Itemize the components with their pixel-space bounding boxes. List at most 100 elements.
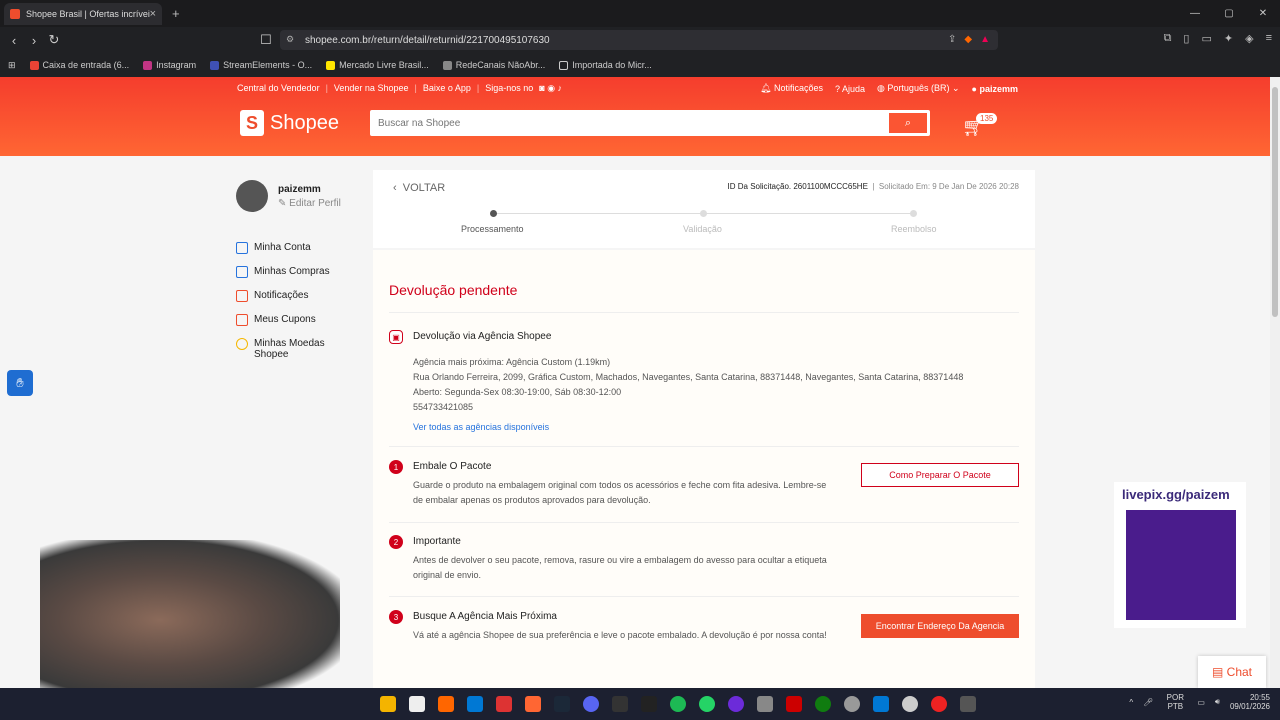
- sidebar-item-coins[interactable]: Minhas Moedas Shopee: [236, 338, 334, 360]
- mic-icon[interactable]: 🎤︎: [1143, 698, 1153, 707]
- site-info-icon[interactable]: ⚙: [286, 34, 294, 45]
- help-icon: ?: [834, 83, 840, 94]
- clock-time[interactable]: 20:55: [1250, 693, 1270, 702]
- steam-icon[interactable]: [554, 696, 570, 712]
- sidebar-item-notifications[interactable]: Notificações: [236, 290, 334, 302]
- link-follow: Siga-nos no: [485, 83, 534, 93]
- search-input[interactable]: [370, 110, 870, 136]
- notepad-icon[interactable]: [409, 696, 425, 712]
- app-icon[interactable]: [786, 696, 802, 712]
- user-menu[interactable]: ● paizemm: [972, 84, 1018, 94]
- chat-button[interactable]: ▤ Chat: [1198, 656, 1266, 688]
- app-icon[interactable]: [728, 696, 744, 712]
- store-icon: ▣: [389, 330, 403, 344]
- sidebar-username: paizemm: [278, 184, 321, 195]
- app-icon[interactable]: [844, 696, 860, 712]
- app-icon[interactable]: [496, 696, 512, 712]
- shopee-logo[interactable]: S Shopee: [240, 110, 339, 136]
- back-button[interactable]: ‹ VOLTAR: [393, 182, 445, 194]
- sidebar-item-purchases[interactable]: Minhas Compras: [236, 266, 334, 278]
- social-icons[interactable]: ◙ ◉ ♪: [539, 83, 562, 94]
- how-to-pack-button[interactable]: Como Preparar O Pacote: [861, 463, 1019, 487]
- language-select[interactable]: ◍ Português (BR) ⌄: [877, 83, 959, 94]
- sidebar-item-coupons[interactable]: Meus Cupons: [236, 314, 334, 326]
- wallet-icon[interactable]: ▭: [1201, 32, 1211, 45]
- mail-icon[interactable]: [467, 696, 483, 712]
- volume-icon[interactable]: 🔊︎: [1215, 697, 1220, 707]
- address-bar[interactable]: ⚙ shopee.com.br/return/detail/returnid/22…: [280, 30, 998, 50]
- apps-icon[interactable]: ⊞: [8, 60, 16, 71]
- coin-icon: [236, 338, 248, 350]
- whatsapp-icon[interactable]: [699, 696, 715, 712]
- app-icon[interactable]: [960, 696, 976, 712]
- pending-heading: Devolução pendente: [389, 282, 518, 298]
- vpn-icon[interactable]: ◈: [1245, 32, 1253, 45]
- bookmark-redecanais[interactable]: RedeCanais NãoAbr...: [442, 60, 545, 70]
- bookmark-mercadolivre[interactable]: Mercado Livre Brasil...: [326, 60, 429, 70]
- forward-icon[interactable]: ›: [24, 33, 44, 48]
- maximize-icon[interactable]: ▢: [1212, 0, 1246, 27]
- window-controls: — ▢ ✕: [1178, 0, 1280, 27]
- system-tray: ^ 🎤︎ POR PTB ▭ 🔊︎ 20:55 09/01/2026: [1129, 693, 1270, 711]
- xbox-icon[interactable]: [815, 696, 831, 712]
- rewards-icon[interactable]: ▲: [980, 34, 990, 45]
- app-icon[interactable]: [757, 696, 773, 712]
- discord-icon[interactable]: [583, 696, 599, 712]
- bookmark-icon[interactable]: ☐: [256, 32, 276, 48]
- clock-date[interactable]: 09/01/2026: [1230, 702, 1270, 711]
- explorer-icon[interactable]: [380, 696, 396, 712]
- spotify-icon[interactable]: [670, 696, 686, 712]
- step-label: Processamento: [461, 224, 524, 234]
- bookmark-instagram[interactable]: Instagram: [143, 60, 196, 70]
- user-icon: [236, 242, 248, 254]
- obs-icon[interactable]: [902, 696, 918, 712]
- language-indicator[interactable]: POR PTB: [1163, 693, 1187, 711]
- share-icon[interactable]: ⇪: [948, 34, 956, 45]
- all-agencies-link[interactable]: Ver todas as agências disponíveis: [413, 420, 1013, 435]
- search-button[interactable]: ⌕: [889, 113, 927, 133]
- close-tab-icon[interactable]: ×: [150, 8, 156, 20]
- edit-profile-link[interactable]: ✎ Editar Perfil: [278, 198, 341, 209]
- step-important: 2 Importante Antes de devolver o seu paco…: [389, 535, 1019, 595]
- accessibility-icon[interactable]: ✋︎: [7, 370, 33, 396]
- chevron-up-icon[interactable]: ^: [1129, 698, 1133, 707]
- app-icon[interactable]: [525, 696, 541, 712]
- link-seller-center[interactable]: Central do Vendedor: [237, 83, 320, 94]
- clipboard-icon: [236, 266, 248, 278]
- epic-icon[interactable]: [641, 696, 657, 712]
- brave-shield-icon[interactable]: ◆: [964, 34, 972, 45]
- find-agency-button[interactable]: Encontrar Endereço Da Agencia: [861, 614, 1019, 638]
- cart-badge: 135: [976, 113, 998, 124]
- app-icon[interactable]: [873, 696, 889, 712]
- sidebar-item-account[interactable]: Minha Conta: [236, 242, 334, 254]
- extensions-icon[interactable]: ⧉: [1164, 32, 1172, 45]
- search-bar: ⌕: [370, 110, 930, 136]
- minimize-icon[interactable]: —: [1178, 0, 1212, 27]
- menu-icon[interactable]: ≡: [1266, 32, 1272, 45]
- leo-icon[interactable]: ✦: [1224, 32, 1233, 45]
- browser-tab[interactable]: Shopee Brasil | Ofertas incríveis. ×: [4, 3, 162, 25]
- brave-icon[interactable]: [438, 696, 454, 712]
- app-icon[interactable]: [931, 696, 947, 712]
- bookmark-streamelements[interactable]: StreamElements - O...: [210, 60, 312, 70]
- network-icon[interactable]: ▭: [1197, 698, 1205, 707]
- sidebar-icon[interactable]: ▯: [1183, 32, 1189, 45]
- notifications-link[interactable]: 🔔︎ Notificações: [760, 83, 823, 94]
- request-date: Solicitado Em: 9 De Jan De 2026 20:28: [878, 182, 1019, 191]
- step-label: Validação: [683, 224, 722, 234]
- help-link[interactable]: ? Ajuda: [835, 84, 865, 94]
- back-icon[interactable]: ‹: [4, 33, 24, 48]
- app-icon[interactable]: [612, 696, 628, 712]
- new-tab-icon[interactable]: +: [172, 6, 180, 21]
- reload-icon[interactable]: ↻: [44, 32, 64, 48]
- taskbar: ^ 🎤︎ POR PTB ▭ 🔊︎ 20:55 09/01/2026: [0, 688, 1280, 720]
- close-window-icon[interactable]: ✕: [1246, 0, 1280, 27]
- return-status-panel: ‹ VOLTAR ID Da Solicitação. 2601100MCCC6…: [373, 170, 1035, 248]
- scrollbar[interactable]: [1270, 77, 1280, 688]
- link-app[interactable]: Baixe o App: [423, 83, 471, 94]
- profile-avatar[interactable]: [236, 180, 268, 212]
- link-sell[interactable]: Vender na Shopee: [334, 83, 409, 94]
- bookmark-folder[interactable]: Importada do Micr...: [559, 60, 652, 70]
- bookmark-gmail[interactable]: Caixa de entrada (6...: [29, 60, 129, 70]
- agency-section: ▣ Devolução via Agência Shopee Agência m…: [389, 330, 1019, 440]
